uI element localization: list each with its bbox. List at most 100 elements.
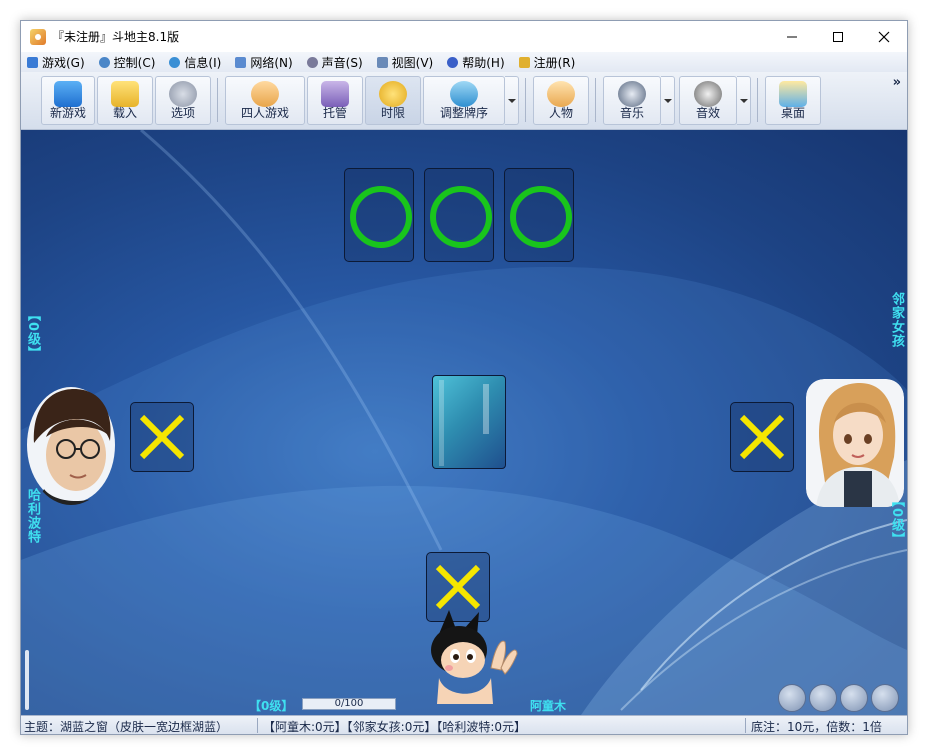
- four-player-label: 四人游戏: [240, 106, 289, 120]
- sort-cards-button[interactable]: 调整牌序: [423, 76, 505, 125]
- toolbar-separator: [525, 78, 526, 122]
- game-table: 【0级】 哈利波特 邻家女孩 【0级】 【0级】 0/100 阿童木: [21, 130, 907, 715]
- pass-x-icon: [435, 564, 481, 610]
- menu-info-label: 信息(I): [184, 55, 222, 70]
- toolbar-separator: [757, 78, 758, 122]
- app-window: 『未注册』斗地主8.1版 游戏(G) 控制(C) 信息(I) 网络(N) 声音(…: [20, 20, 908, 735]
- status-divider: [745, 718, 746, 733]
- auto-play-label: 托管: [322, 106, 347, 120]
- bottom-card-slot: [344, 168, 414, 262]
- girl-portrait-icon: [806, 379, 904, 507]
- menu-register[interactable]: 注册(R): [518, 54, 576, 71]
- scroll-handle[interactable]: [25, 650, 29, 710]
- bottom-card-slot: [504, 168, 574, 262]
- time-limit-label: 时限: [380, 106, 405, 120]
- right-player-play-area: [730, 402, 794, 472]
- status-theme: 主题：湖蓝之窗（皮肤一宽边框湖蓝）: [24, 720, 229, 734]
- experience-progress-bar: 0/100: [302, 698, 396, 710]
- sound-fx-button[interactable]: 音效: [679, 76, 737, 125]
- app-logo-icon: [30, 29, 46, 45]
- toolbar-overflow-button[interactable]: »: [893, 75, 901, 90]
- experience-progress-text: 0/100: [334, 698, 364, 709]
- menu-game-label: 游戏(G): [42, 55, 85, 70]
- minimize-icon: [787, 36, 797, 37]
- right-player-name: 邻家女孩: [889, 292, 904, 348]
- load-button[interactable]: 载入: [97, 76, 153, 125]
- menu-help[interactable]: 帮助(H): [447, 54, 505, 71]
- load-label: 载入: [112, 106, 137, 120]
- left-player-name: 哈利波特: [25, 488, 40, 544]
- left-player-avatar[interactable]: [26, 385, 116, 505]
- music-dropdown[interactable]: [661, 76, 675, 125]
- window-title: 『未注册』斗地主8.1版: [52, 30, 180, 44]
- auto-play-button[interactable]: 托管: [307, 76, 363, 125]
- bottom-card-slot: [424, 168, 494, 262]
- game-icon: [27, 56, 38, 68]
- exit-button[interactable]: [871, 684, 899, 712]
- desktop-button[interactable]: 桌面: [765, 76, 821, 125]
- sort-cards-dropdown[interactable]: [505, 76, 519, 125]
- status-money: 【阿童木:0元】【邻家女孩:0元】【哈利波特:0元】: [263, 720, 527, 734]
- astro-boy-icon: [431, 610, 518, 704]
- sound-icon: [306, 56, 318, 68]
- character-label: 人物: [548, 106, 573, 120]
- info-icon: [169, 56, 181, 68]
- help-icon: [447, 56, 459, 68]
- menu-game[interactable]: 游戏(G): [27, 54, 85, 71]
- zoom-button[interactable]: [809, 684, 837, 712]
- menu-sound-label: 声音(S): [321, 55, 363, 70]
- music-label: 音乐: [619, 106, 644, 120]
- my-avatar[interactable]: [409, 608, 519, 704]
- register-icon: [518, 56, 530, 68]
- my-level: 【0级】: [249, 699, 294, 713]
- menu-network[interactable]: 网络(N): [235, 54, 293, 71]
- pass-x-icon: [739, 414, 785, 460]
- new-game-label: 新游戏: [49, 106, 86, 120]
- character-button[interactable]: 人物: [533, 76, 589, 125]
- toolbar-separator: [595, 78, 596, 122]
- stats-button[interactable]: [840, 684, 868, 712]
- music-button[interactable]: 音乐: [603, 76, 661, 125]
- menu-sound[interactable]: 声音(S): [306, 54, 363, 71]
- view-icon: [376, 56, 388, 68]
- menu-control-label: 控制(C): [113, 55, 156, 70]
- options-label: 选项: [170, 106, 195, 120]
- maximize-icon: [833, 31, 843, 42]
- menu-bar: 游戏(G) 控制(C) 信息(I) 网络(N) 声音(S) 视图(V) 帮助(H…: [21, 52, 907, 72]
- menu-help-label: 帮助(H): [462, 55, 505, 70]
- time-limit-button[interactable]: 时限: [365, 76, 421, 125]
- maximize-button[interactable]: [815, 21, 861, 52]
- menu-control[interactable]: 控制(C): [98, 54, 156, 71]
- right-player-avatar[interactable]: [806, 379, 904, 507]
- gear-icon: [98, 56, 110, 68]
- right-player-level: 【0级】: [889, 494, 904, 547]
- toolbar-separator: [217, 78, 218, 122]
- four-player-button[interactable]: 四人游戏: [225, 76, 305, 125]
- pass-x-icon: [139, 414, 185, 460]
- harry-portrait-icon: [27, 387, 116, 505]
- status-divider: [257, 718, 258, 733]
- left-player-play-area: [130, 402, 194, 472]
- ring-marker-icon: [350, 186, 412, 248]
- undo-button[interactable]: [778, 684, 806, 712]
- menu-network-label: 网络(N): [250, 55, 293, 70]
- ring-marker-icon: [430, 186, 492, 248]
- ring-marker-icon: [510, 186, 572, 248]
- menu-register-label: 注册(R): [533, 55, 576, 70]
- menu-info[interactable]: 信息(I): [169, 54, 221, 71]
- card-deck[interactable]: [432, 375, 506, 469]
- desktop-label: 桌面: [780, 106, 805, 120]
- options-button[interactable]: 选项: [155, 76, 211, 125]
- close-button[interactable]: [861, 21, 907, 52]
- my-name: 阿童木: [530, 699, 567, 713]
- sound-fx-dropdown[interactable]: [737, 76, 751, 125]
- menu-view[interactable]: 视图(V): [376, 54, 434, 71]
- minimize-button[interactable]: [769, 21, 815, 52]
- menu-view-label: 视图(V): [391, 55, 434, 70]
- new-game-button[interactable]: 新游戏: [41, 76, 95, 125]
- sort-cards-label: 调整牌序: [439, 106, 488, 120]
- toolbar: 新游戏 载入 选项 四人游戏 托管 时限 调整牌序 人物 音乐 音效 桌面 »: [21, 72, 907, 130]
- status-bar: 主题：湖蓝之窗（皮肤一宽边框湖蓝） 【阿童木:0元】【邻家女孩:0元】【哈利波特…: [21, 715, 907, 734]
- title-bar: 『未注册』斗地主8.1版: [21, 21, 907, 52]
- status-stakes: 底注：10元，倍数：1倍: [751, 720, 882, 734]
